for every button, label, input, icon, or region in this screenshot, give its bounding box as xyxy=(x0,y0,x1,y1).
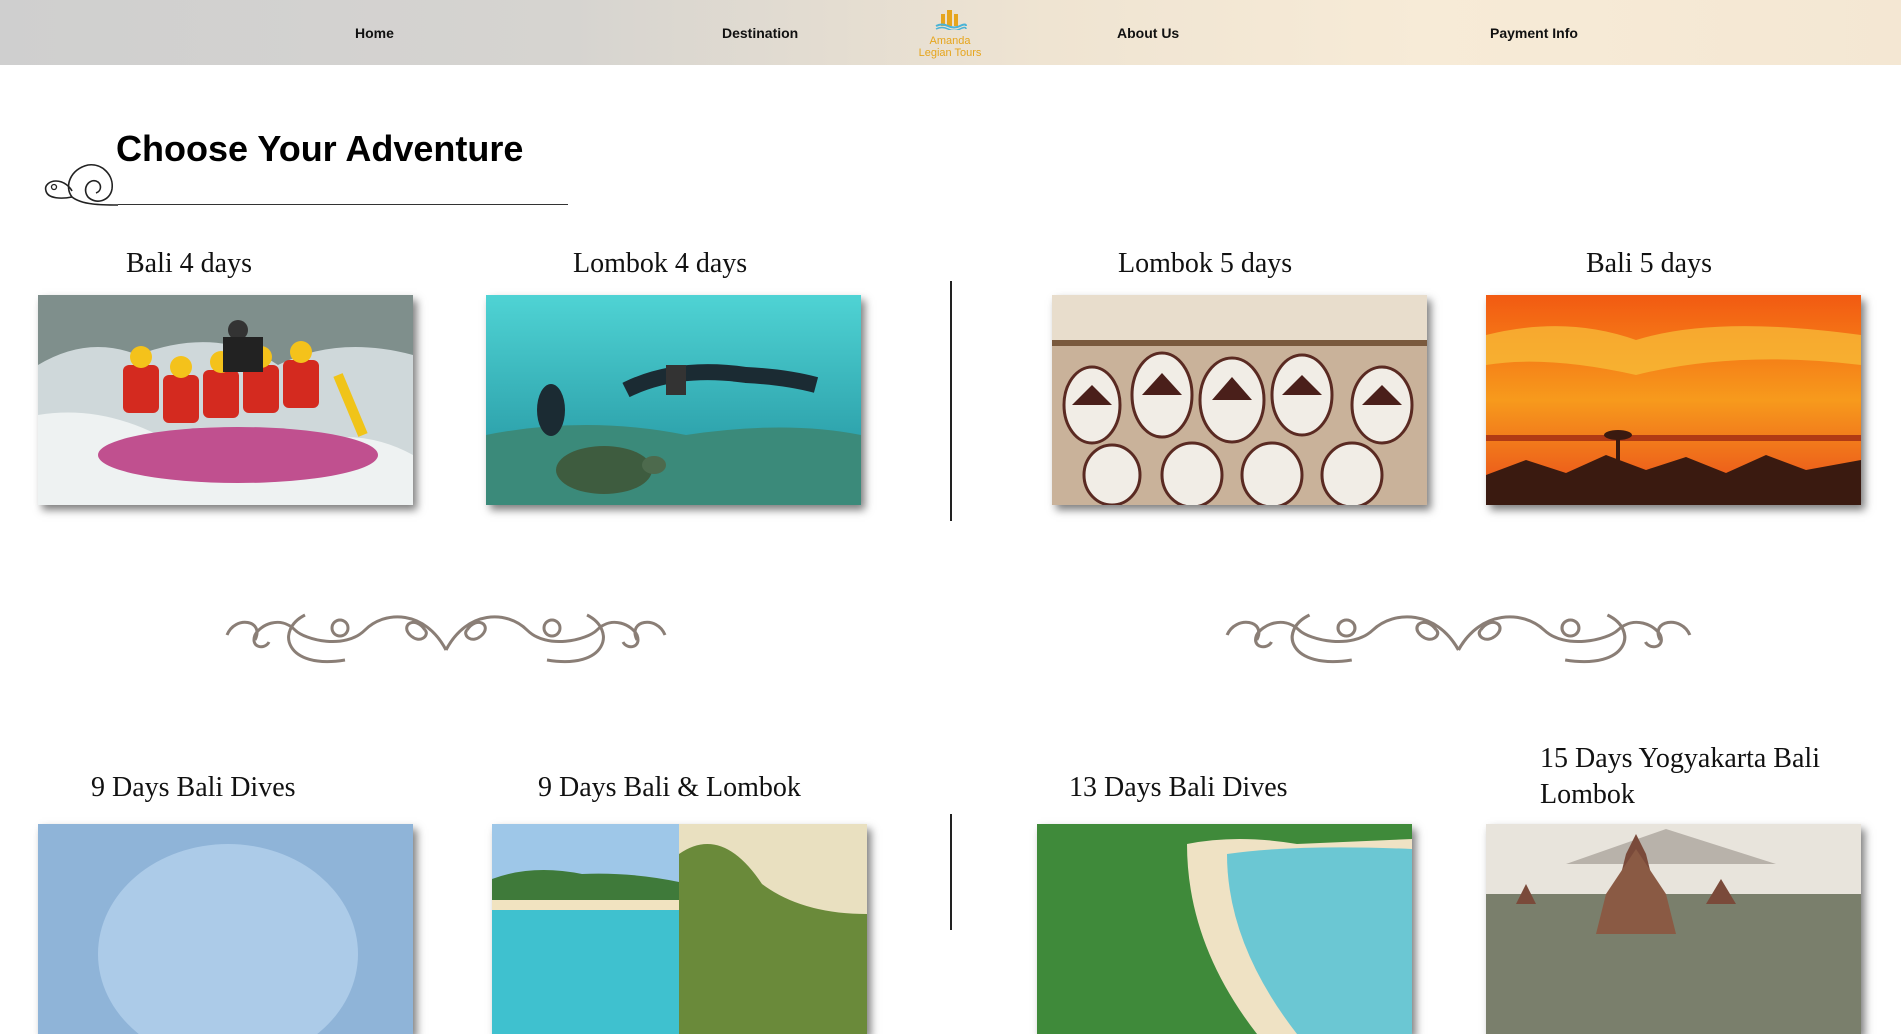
tour-title-13-days-bali-dives[interactable]: 13 Days Bali Dives xyxy=(1069,772,1288,804)
tour-title-bali-5[interactable]: Bali 5 days xyxy=(1586,248,1712,280)
nav-destination-link[interactable]: Destination xyxy=(722,25,798,41)
tour-title-9-days-bali-lombok[interactable]: 9 Days Bali & Lombok xyxy=(538,772,801,804)
tour-title-lombok-5[interactable]: Lombok 5 days xyxy=(1118,248,1292,280)
logo-temple-icon xyxy=(935,10,967,32)
nav-payment-link[interactable]: Payment Info xyxy=(1490,25,1578,41)
tour-image-temple[interactable] xyxy=(1486,824,1861,1034)
navbar: Home Destination Amanda Legian Tours Abo… xyxy=(0,0,1901,65)
nav-home-link[interactable]: Home xyxy=(355,25,394,41)
tour-image-pottery[interactable] xyxy=(1052,295,1427,505)
tour-title-15-days-yogyakarta[interactable]: 15 Days Yogyakarta Bali Lombok xyxy=(1540,741,1840,813)
ornament-flourish-left xyxy=(225,613,667,664)
tour-image-diving[interactable] xyxy=(486,295,861,505)
title-divider xyxy=(118,204,568,205)
tour-image-beach-hills[interactable] xyxy=(492,824,867,1034)
tour-title-lombok-4[interactable]: Lombok 4 days xyxy=(573,248,747,280)
tour-image-resort-beach[interactable] xyxy=(1037,824,1412,1034)
snail-icon xyxy=(44,164,119,206)
tour-image-rafting[interactable] xyxy=(38,295,413,505)
logo[interactable]: Amanda Legian Tours xyxy=(910,8,990,60)
column-divider-top xyxy=(950,281,952,521)
section-title: Choose Your Adventure xyxy=(116,128,524,169)
logo-text-line1: Amanda xyxy=(929,35,971,47)
tour-title-9-days-bali-dives[interactable]: 9 Days Bali Dives xyxy=(91,772,296,804)
tour-title-bali-4[interactable]: Bali 4 days xyxy=(126,248,252,280)
ornament-flourish-right xyxy=(1225,613,1692,664)
column-divider-bottom xyxy=(950,814,952,930)
tour-image-sunset[interactable] xyxy=(1486,295,1861,505)
logo-text-line2: Legian Tours xyxy=(918,47,982,59)
nav-about-link[interactable]: About Us xyxy=(1117,25,1179,41)
tour-image-sky-sea[interactable] xyxy=(38,824,413,1034)
